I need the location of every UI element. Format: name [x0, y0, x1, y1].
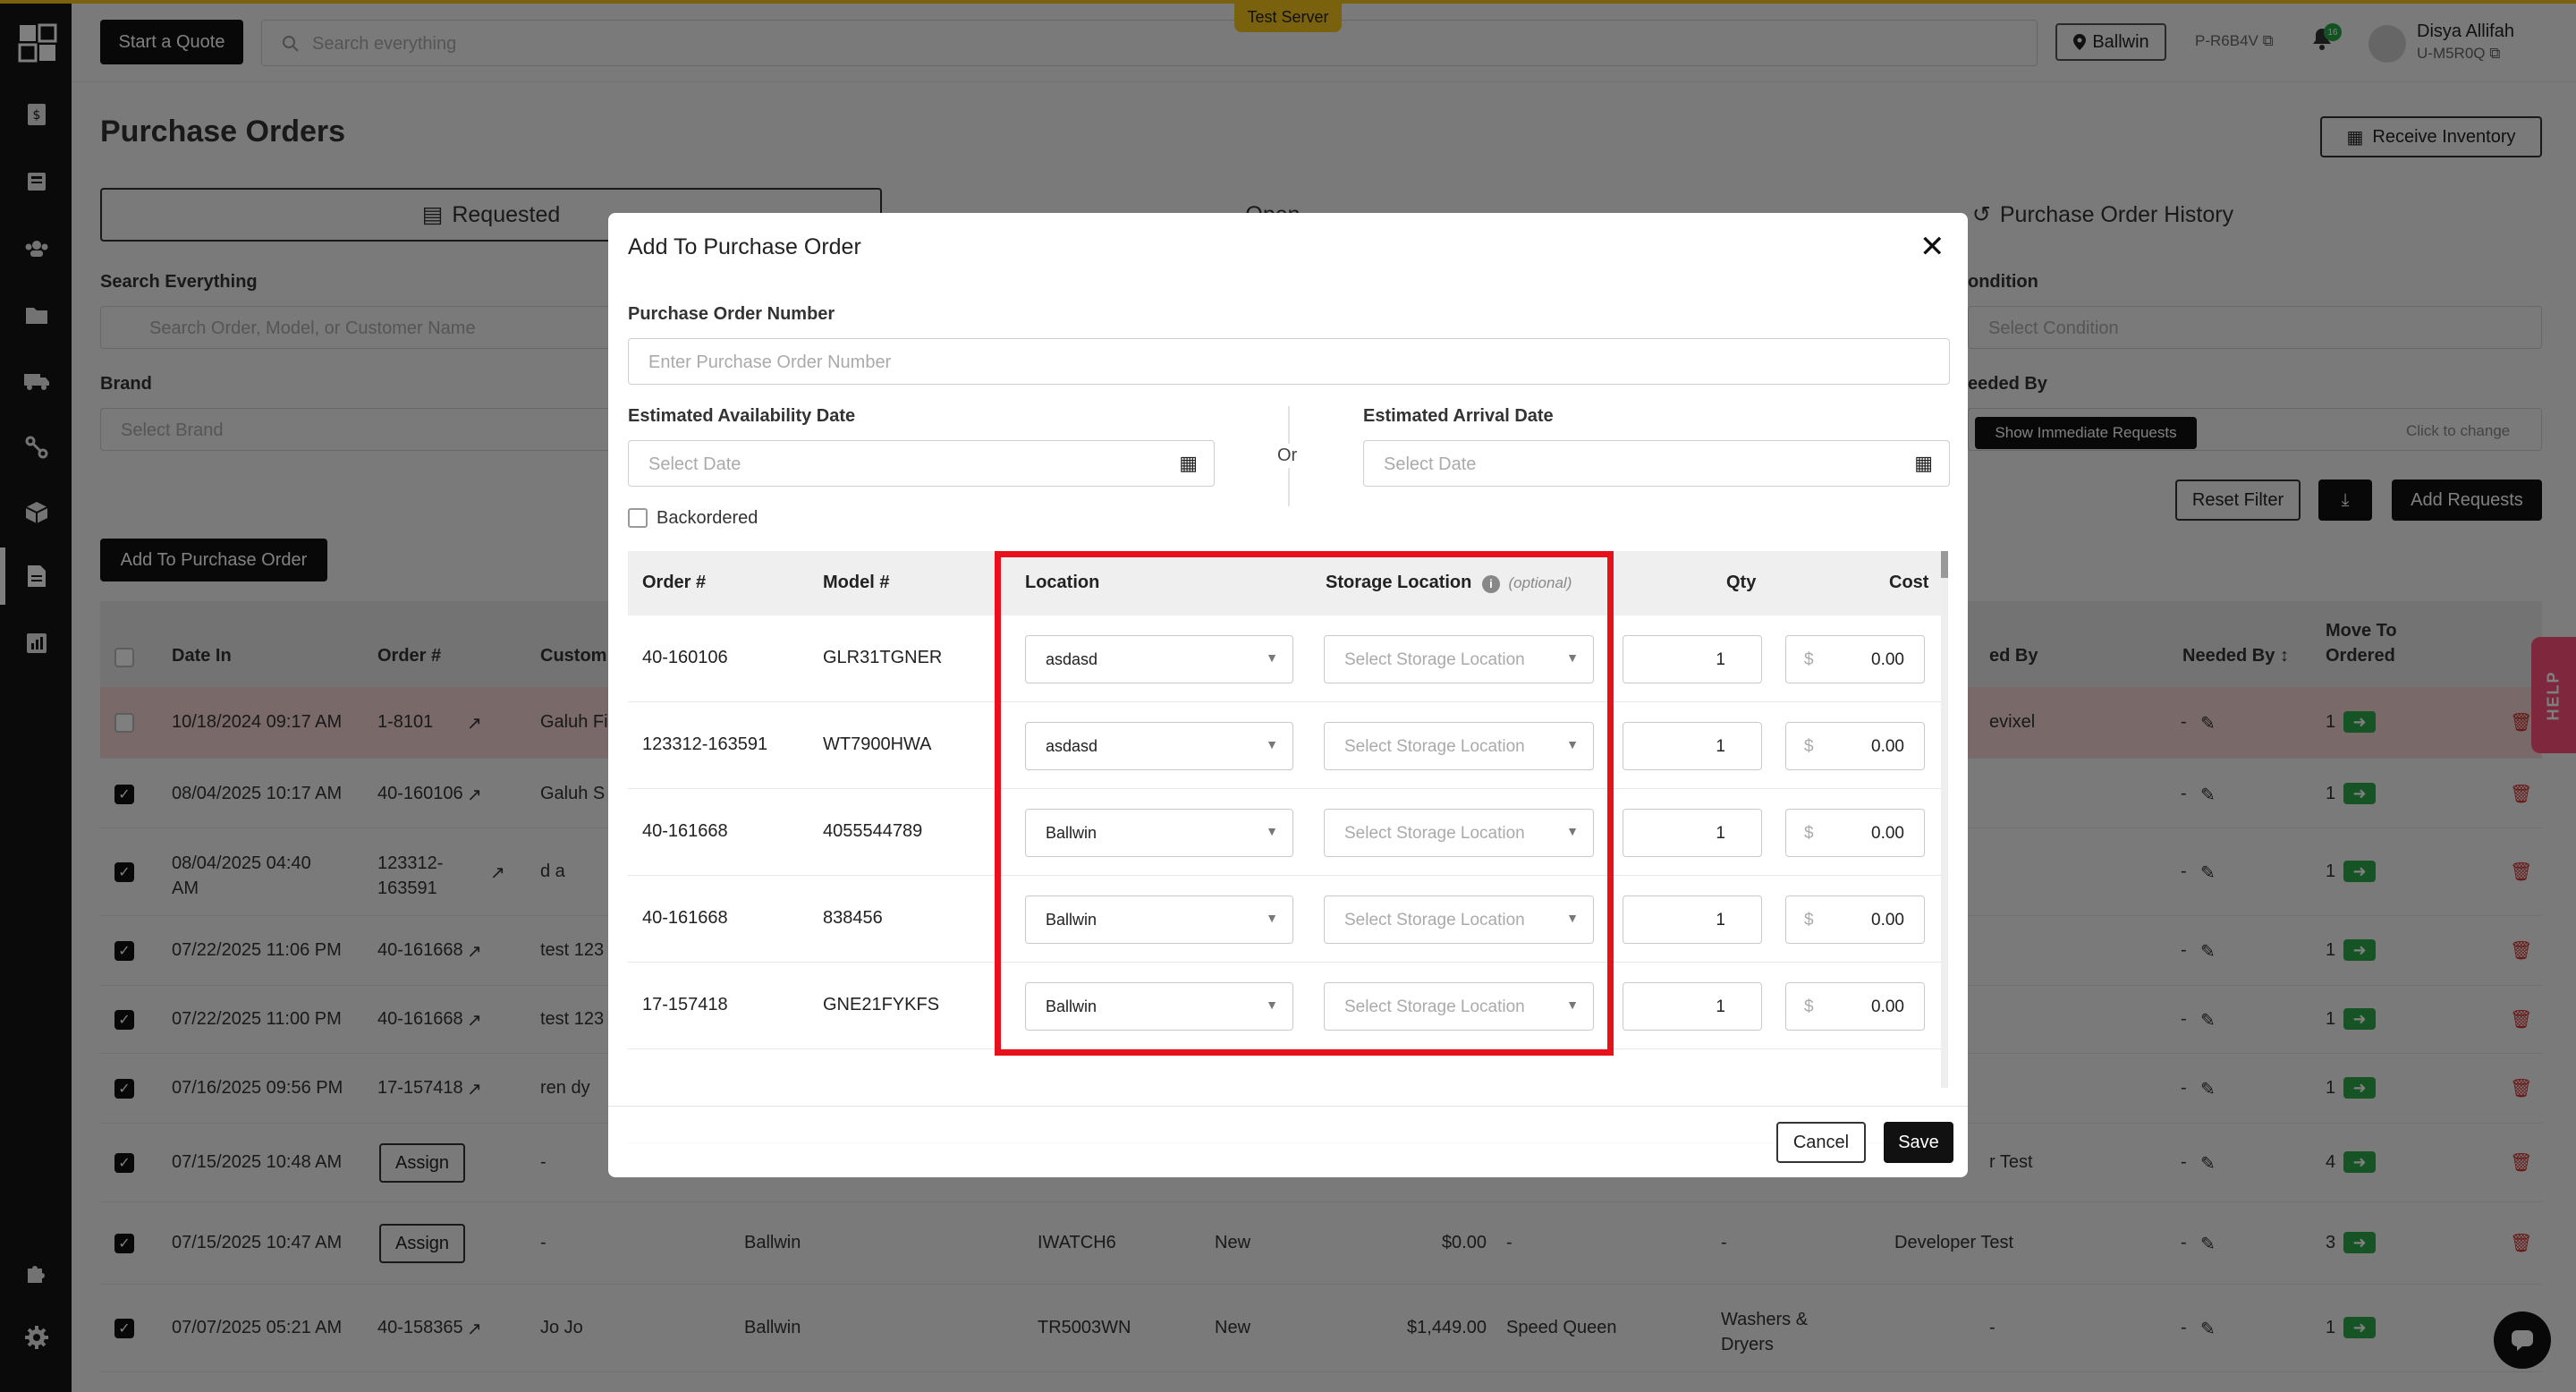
cost-value: 0.00 [1871, 911, 1904, 929]
qty-value: 1 [1716, 824, 1725, 843]
cost-value: 0.00 [1871, 737, 1904, 756]
backordered-label[interactable]: Backordered [657, 508, 758, 529]
currency-symbol: $ [1804, 824, 1814, 843]
or-label: Or [1277, 444, 1298, 468]
modal-col-order: Order # [642, 573, 707, 592]
scrollbar-thumb[interactable] [1941, 551, 1948, 578]
modal-footer-divider [608, 1106, 1968, 1107]
cancel-button[interactable]: Cancel [1776, 1122, 1866, 1163]
modal-row-model: 838456 [823, 908, 883, 928]
backordered-checkbox[interactable] [628, 508, 648, 528]
modal-row-order: 123312-163591 [642, 734, 768, 754]
currency-symbol: $ [1804, 997, 1814, 1016]
modal-col-qty: Qty [1726, 573, 1757, 592]
calendar-icon[interactable]: ▦ [1914, 452, 1933, 475]
modal-row-model: GNE21FYKFS [823, 995, 940, 1014]
qty-input[interactable]: 1 [1623, 635, 1762, 683]
modal-row-partial [628, 1116, 1948, 1143]
currency-symbol: $ [1804, 911, 1814, 929]
cost-value: 0.00 [1871, 650, 1904, 669]
cost-value: 0.00 [1871, 997, 1904, 1016]
po-number-placeholder: Enter Purchase Order Number [648, 352, 892, 372]
modal-row-order: 40-160106 [642, 648, 728, 667]
qty-value: 1 [1716, 737, 1725, 756]
modal-row-order: 17-157418 [642, 995, 728, 1014]
est-availability-placeholder: Select Date [648, 454, 741, 474]
po-number-label: Purchase Order Number [628, 304, 835, 324]
qty-value: 1 [1716, 650, 1725, 669]
est-availability-date-input[interactable]: Select Date ▦ [628, 440, 1215, 487]
modal-row-model: 4055544789 [823, 821, 923, 841]
qty-value: 1 [1716, 997, 1725, 1016]
qty-input[interactable]: 1 [1623, 895, 1762, 944]
po-number-input[interactable]: Enter Purchase Order Number [628, 338, 1950, 385]
modal-title: Add To Purchase Order [628, 234, 861, 259]
cost-input[interactable]: $0.00 [1785, 982, 1925, 1031]
qty-value: 1 [1716, 911, 1725, 929]
qty-input[interactable]: 1 [1623, 809, 1762, 857]
modal-col-model: Model # [823, 573, 890, 592]
cost-input[interactable]: $0.00 [1785, 809, 1925, 857]
modal-row-model: WT7900HWA [823, 734, 932, 754]
modal-scrollbar[interactable] [1941, 551, 1948, 1088]
cost-input[interactable]: $0.00 [1785, 895, 1925, 944]
close-icon[interactable]: ✕ [1919, 229, 1945, 265]
calendar-icon[interactable]: ▦ [1179, 452, 1198, 475]
cost-input[interactable]: $0.00 [1785, 635, 1925, 683]
currency-symbol: $ [1804, 650, 1814, 669]
est-arrival-label: Estimated Arrival Date [1363, 406, 1554, 426]
location-columns-highlight-frame [995, 551, 1614, 1056]
est-availability-label: Estimated Availability Date [628, 406, 856, 426]
est-arrival-date-input[interactable]: Select Date ▦ [1363, 440, 1950, 487]
qty-input[interactable]: 1 [1623, 982, 1762, 1031]
qty-input[interactable]: 1 [1623, 722, 1762, 770]
save-button[interactable]: Save [1884, 1122, 1953, 1163]
est-arrival-placeholder: Select Date [1384, 454, 1477, 474]
currency-symbol: $ [1804, 737, 1814, 756]
modal-row-order: 40-161668 [642, 908, 728, 928]
cost-input[interactable]: $0.00 [1785, 722, 1925, 770]
modal-row-order: 40-161668 [642, 821, 728, 841]
modal-row-model: GLR31TGNER [823, 648, 943, 667]
modal-col-cost: Cost [1889, 573, 1929, 592]
cost-value: 0.00 [1871, 824, 1904, 843]
